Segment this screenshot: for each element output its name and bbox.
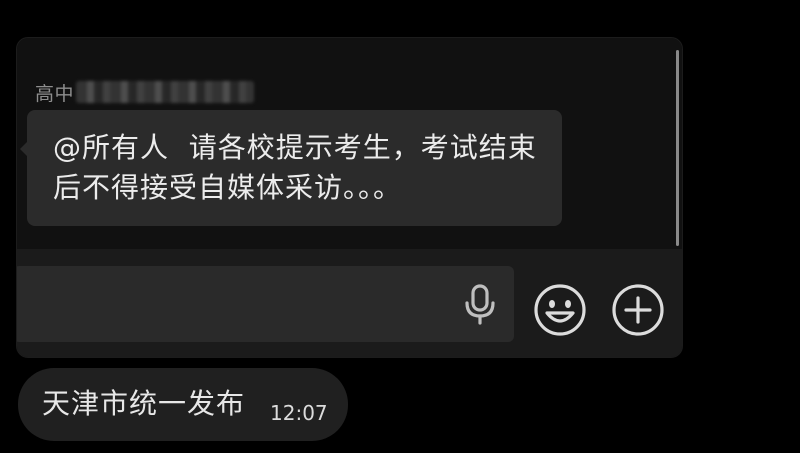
message-text: @所有人 请各校提示考生，考试结束后不得接受自媒体采访。。。 (53, 131, 537, 204)
channel-post-text: 天津市统一发布 (42, 387, 246, 420)
embedded-chat-screenshot: 高中 @所有人 请各校提示考生，考试结束后不得接受自媒体采访。。。 (16, 37, 683, 358)
sender-name-redacted (76, 81, 255, 103)
sender-name: 高中 (35, 82, 75, 105)
plus-icon[interactable] (611, 283, 665, 337)
chat-message-area[interactable]: 高中 @所有人 请各校提示考生，考试结束后不得接受自媒体采访。。。 (17, 38, 682, 249)
sender-row: 高中 (35, 80, 255, 105)
scrollbar-thumb[interactable] (676, 50, 679, 246)
message-input[interactable] (17, 266, 514, 342)
emoji-icon[interactable] (533, 283, 587, 337)
bubble-tail (20, 142, 27, 156)
message-bubble[interactable]: @所有人 请各校提示考生，考试结束后不得接受自媒体采访。。。 (20, 110, 562, 226)
channel-post-bubble[interactable]: 天津市统一发布 12:07 (18, 368, 348, 441)
mic-icon[interactable] (461, 283, 499, 325)
channel-post-time: 12:07 (270, 401, 328, 425)
input-bar (17, 249, 682, 357)
